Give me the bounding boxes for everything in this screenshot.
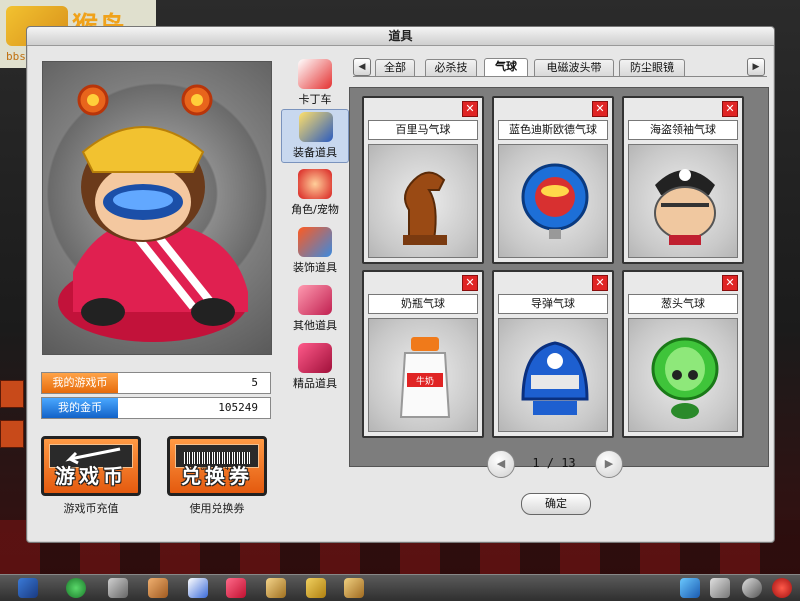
close-icon[interactable]: ✕ xyxy=(462,101,478,117)
category-label: 装备道具 xyxy=(293,146,337,159)
item-card[interactable]: ✕ 导弹气球 xyxy=(492,270,614,438)
category-equipment[interactable]: 装备道具 xyxy=(281,109,349,163)
voucher-button-text: 兑换券 xyxy=(181,464,253,488)
item-name: 导弹气球 xyxy=(498,294,608,314)
prev-page-button[interactable]: ◀ xyxy=(487,450,515,478)
close-icon[interactable]: ✕ xyxy=(722,275,738,291)
power-icon[interactable] xyxy=(772,578,792,598)
gem-icon xyxy=(298,343,332,373)
heart-icon[interactable] xyxy=(226,578,246,598)
character-icon[interactable] xyxy=(148,578,168,598)
close-icon[interactable]: ✕ xyxy=(462,275,478,291)
bottom-taskbar xyxy=(0,574,800,601)
gift-icon xyxy=(298,285,332,315)
item-name: 葱头气球 xyxy=(628,294,738,314)
category-kart[interactable]: 卡丁车 xyxy=(281,57,349,111)
tab-special-skill[interactable]: 必杀技 xyxy=(425,59,477,76)
item-card[interactable]: ✕ 葱头气球 xyxy=(622,270,744,438)
confirm-button[interactable]: 确定 xyxy=(521,493,591,515)
item-card[interactable]: ✕ 百里马气球 xyxy=(362,96,484,264)
gold-coin-display: 我的金币 105249 xyxy=(41,397,271,419)
game-coin-display: 我的游戏币 5 xyxy=(41,372,271,394)
missile-balloon-icon xyxy=(498,318,608,432)
category-label: 角色/宠物 xyxy=(291,203,339,216)
goggles-icon xyxy=(299,112,333,142)
character-preview xyxy=(42,61,272,355)
side-tab[interactable] xyxy=(0,380,24,408)
back-icon[interactable] xyxy=(66,578,86,598)
item-name: 奶瓶气球 xyxy=(368,294,478,314)
trophy-icon[interactable] xyxy=(306,578,326,598)
pirate-balloon-icon xyxy=(628,144,738,258)
tab-prev-button[interactable]: ◀ xyxy=(353,58,371,76)
potion-icon[interactable] xyxy=(188,578,208,598)
tab-next-button[interactable]: ▶ xyxy=(747,58,765,76)
robot-balloon-icon xyxy=(498,144,608,258)
milk-label: 牛奶 xyxy=(416,375,434,387)
items-grid: ✕ 百里马气球 ✕ 蓝色迪斯欧德气球 ✕ 海盗领袖气球 ✕ 奶瓶气球 牛奶 ✕ … xyxy=(349,87,769,467)
recharge-button-text: 游戏币 xyxy=(55,464,127,488)
use-voucher-button[interactable]: B 0K5B74266 兑换券 xyxy=(167,436,267,496)
decoration-icon xyxy=(298,227,332,257)
voucher-caption: 使用兑换券 xyxy=(189,502,245,515)
search-icon[interactable] xyxy=(742,578,762,598)
category-character-pet[interactable]: 角色/宠物 xyxy=(281,167,349,221)
milk-bottle-balloon-icon: 牛奶 xyxy=(368,318,478,432)
home-icon[interactable] xyxy=(18,578,38,598)
page-indicator: 1 / 13 xyxy=(532,456,576,470)
gold-coin-label: 我的金币 xyxy=(42,398,118,418)
horse-balloon-icon xyxy=(368,144,478,258)
item-name: 海盗领袖气球 xyxy=(628,120,738,140)
tab-divider xyxy=(353,76,767,77)
game-coin-label: 我的游戏币 xyxy=(42,373,118,393)
character-on-kart-image xyxy=(58,84,248,342)
gold-coin-value: 105249 xyxy=(218,401,258,414)
tools-icon[interactable] xyxy=(710,578,730,598)
items-window: 道具 我的游戏币 5 我的金币 105249 游戏币 游戏币充值 B 0K5B7… xyxy=(26,26,775,543)
category-premium[interactable]: 精品道具 xyxy=(281,341,349,395)
tab-all[interactable]: 全部 xyxy=(375,59,415,76)
book-icon[interactable] xyxy=(344,578,364,598)
character-icon xyxy=(298,169,332,199)
close-icon[interactable]: ✕ xyxy=(722,101,738,117)
kart-icon xyxy=(298,59,332,89)
game-coin-value: 5 xyxy=(251,376,258,389)
recharge-caption: 游戏币充值 xyxy=(63,502,119,515)
bag-icon[interactable] xyxy=(266,578,286,598)
side-tab[interactable] xyxy=(0,420,24,448)
next-page-button[interactable]: ▶ xyxy=(595,450,623,478)
close-icon[interactable]: ✕ xyxy=(592,275,608,291)
category-other[interactable]: 其他道具 xyxy=(281,283,349,337)
category-label: 精品道具 xyxy=(293,377,337,390)
item-card[interactable]: ✕ 奶瓶气球 牛奶 xyxy=(362,270,484,438)
network-icon[interactable] xyxy=(680,578,700,598)
category-decoration[interactable]: 装饰道具 xyxy=(281,225,349,279)
category-label: 卡丁车 xyxy=(298,93,332,106)
category-label: 其他道具 xyxy=(293,319,337,332)
item-name: 百里马气球 xyxy=(368,120,478,140)
onion-balloon-icon xyxy=(628,318,738,432)
shop-cart-icon[interactable] xyxy=(108,578,128,598)
tab-dust-goggles[interactable]: 防尘眼镜 xyxy=(619,59,685,76)
close-icon[interactable]: ✕ xyxy=(592,101,608,117)
recharge-game-coin-button[interactable]: 游戏币 xyxy=(41,436,141,496)
item-card[interactable]: ✕ 海盗领袖气球 xyxy=(622,96,744,264)
category-label: 装饰道具 xyxy=(293,261,337,274)
tab-balloon[interactable]: 气球 xyxy=(484,58,528,77)
item-name: 蓝色迪斯欧德气球 xyxy=(498,120,608,140)
tab-em-headband[interactable]: 电磁波头带 xyxy=(534,59,614,76)
item-card[interactable]: ✕ 蓝色迪斯欧德气球 xyxy=(492,96,614,264)
window-title: 道具 xyxy=(27,27,774,46)
